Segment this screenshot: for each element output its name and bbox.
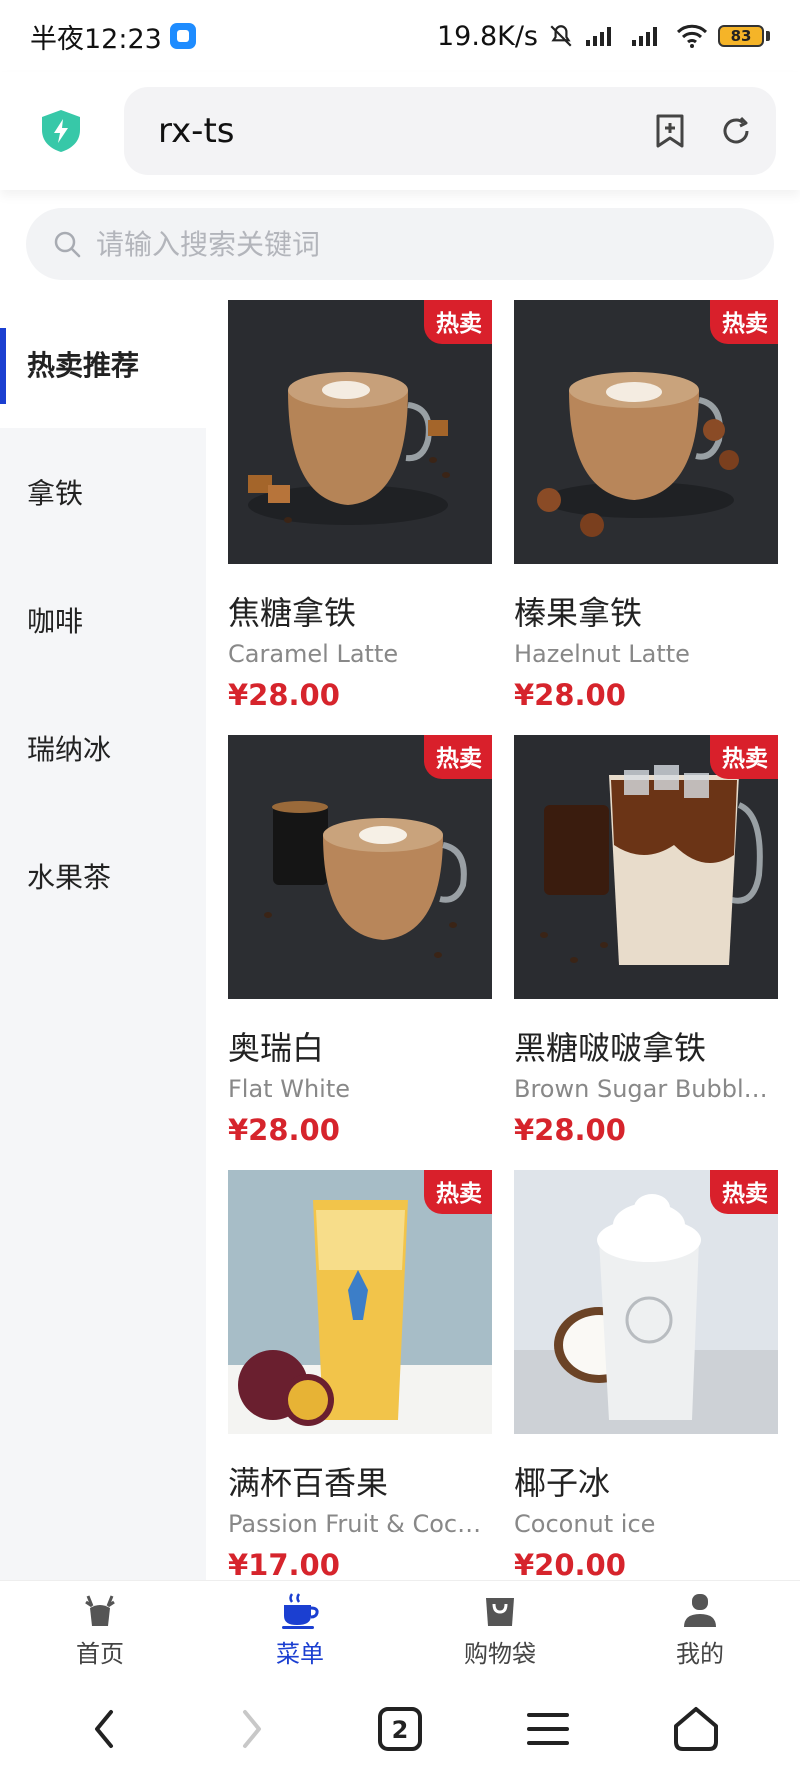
category-label: 瑞纳冰 xyxy=(27,733,112,766)
category-label: 咖啡 xyxy=(27,605,84,638)
tabs-icon: 2 xyxy=(378,1707,422,1751)
product-english-name: Brown Sugar Bubbl… xyxy=(514,1075,768,1103)
home-icon xyxy=(674,1707,718,1751)
product-name: 奥瑞白 xyxy=(228,1029,325,1067)
category-item-hot[interactable]: 热卖推荐 xyxy=(0,300,206,428)
home-button[interactable] xyxy=(666,1699,726,1759)
product-name: 椰子冰 xyxy=(514,1464,611,1502)
status-bar: 半夜12:23 19.8K/s 83 xyxy=(0,0,800,72)
hot-badge: 热卖 xyxy=(710,735,778,779)
user-icon xyxy=(684,1594,716,1627)
bag-icon xyxy=(486,1598,514,1626)
product-price: ¥17.00 xyxy=(228,1548,340,1580)
product-name: 黑糖啵啵拿铁 xyxy=(514,1029,707,1067)
search-bar[interactable] xyxy=(26,208,774,280)
chevron-right-icon xyxy=(243,1710,261,1748)
signal-icon xyxy=(586,27,611,46)
forward-button[interactable] xyxy=(222,1699,282,1759)
browser-toolbar: rx-ts xyxy=(0,72,800,190)
product-image[interactable]: 热卖 xyxy=(228,1170,492,1434)
reload-button[interactable] xyxy=(716,111,756,151)
refresh-icon xyxy=(723,116,749,144)
product-card[interactable]: 热卖 焦糖拿铁 Caramel Latte ¥28.00 xyxy=(228,300,492,712)
bookmark-add-icon xyxy=(656,114,684,148)
status-time: 半夜12:23 xyxy=(30,23,162,55)
tab-menu[interactable]: 菜单 xyxy=(200,1581,400,1680)
battery-icon: 83 xyxy=(718,25,770,47)
category-label: 水果茶 xyxy=(27,861,112,894)
back-button[interactable] xyxy=(74,1699,134,1759)
product-price: ¥20.00 xyxy=(514,1548,626,1580)
search-icon xyxy=(54,231,81,258)
product-price: ¥28.00 xyxy=(228,1113,340,1147)
hot-badge: 热卖 xyxy=(424,300,492,344)
deer-icon xyxy=(85,1595,115,1626)
product-grid: 热卖 焦糖拿铁 Caramel Latte ¥28.00 热卖 榛果拿铁 Haz… xyxy=(228,300,788,1580)
product-card[interactable]: 热卖 椰子冰 Coconut ice ¥20.00 xyxy=(514,1170,778,1580)
product-card[interactable]: 热卖 奥瑞白 Flat White ¥28.00 xyxy=(228,735,492,1147)
wifi-icon xyxy=(676,24,708,48)
tabs-button[interactable]: 2 xyxy=(370,1699,430,1759)
notification-app-icon xyxy=(169,23,196,49)
hamburger-icon xyxy=(527,1713,569,1745)
category-label: 拿铁 xyxy=(27,477,84,510)
bottom-tab-bar: 首页 菜单 购物袋 我的 xyxy=(0,1580,800,1680)
product-name: 满杯百香果 xyxy=(228,1464,389,1502)
tab-label: 菜单 xyxy=(276,1640,324,1668)
mute-icon xyxy=(550,25,572,47)
tab-label: 首页 xyxy=(76,1640,124,1668)
chevron-left-icon xyxy=(95,1710,113,1748)
product-price: ¥28.00 xyxy=(228,678,340,712)
menu-button[interactable] xyxy=(518,1699,578,1759)
coffee-cup-icon xyxy=(282,1593,319,1629)
product-price: ¥28.00 xyxy=(514,1113,626,1147)
category-item-latte[interactable]: 拿铁 xyxy=(0,428,206,556)
address-bar[interactable]: rx-ts xyxy=(124,87,776,175)
category-item-coffee[interactable]: 咖啡 xyxy=(0,556,206,684)
product-english-name: Hazelnut Latte xyxy=(514,640,690,668)
product-english-name: Coconut ice xyxy=(514,1510,656,1538)
browser-nav-bar: 2 xyxy=(0,1680,800,1778)
product-image[interactable]: 热卖 xyxy=(514,735,778,999)
tab-bag[interactable]: 购物袋 xyxy=(400,1581,600,1680)
product-image[interactable]: 热卖 xyxy=(514,300,778,564)
product-english-name: Passion Fruit & Coc… xyxy=(228,1510,482,1538)
tab-label: 购物袋 xyxy=(464,1640,536,1668)
tab-count: 2 xyxy=(392,1716,409,1744)
add-bookmark-button[interactable] xyxy=(650,111,690,151)
hot-badge: 热卖 xyxy=(710,300,778,344)
hot-badge: 热卖 xyxy=(424,735,492,779)
product-image[interactable]: 热卖 xyxy=(228,735,492,999)
product-card[interactable]: 热卖 黑糖啵啵拿铁 Brown Sugar Bubbl… ¥28.00 xyxy=(514,735,778,1147)
category-label: 热卖推荐 xyxy=(27,349,140,382)
signal-icon xyxy=(632,27,657,46)
product-image[interactable]: 热卖 xyxy=(514,1170,778,1434)
product-name: 榛果拿铁 xyxy=(514,594,643,632)
url-text[interactable]: rx-ts xyxy=(158,111,624,151)
hot-badge: 热卖 xyxy=(424,1170,492,1214)
tab-label: 我的 xyxy=(676,1640,724,1668)
product-image[interactable]: 热卖 xyxy=(228,300,492,564)
product-name: 焦糖拿铁 xyxy=(228,594,357,632)
category-item-frappe[interactable]: 瑞纳冰 xyxy=(0,684,206,812)
hot-badge: 热卖 xyxy=(710,1170,778,1214)
product-english-name: Flat White xyxy=(228,1075,351,1103)
tab-home[interactable]: 首页 xyxy=(0,1581,200,1680)
product-card[interactable]: 热卖 满杯百香果 Passion Fruit & Coc… ¥17.00 xyxy=(228,1170,492,1580)
product-english-name: Caramel Latte xyxy=(228,640,399,668)
product-card[interactable]: 热卖 榛果拿铁 Hazelnut Latte ¥28.00 xyxy=(514,300,778,712)
search-input[interactable] xyxy=(96,227,696,261)
category-sidebar: 热卖推荐 拿铁 咖啡 瑞纳冰 水果茶 xyxy=(0,300,206,1580)
product-price: ¥28.00 xyxy=(514,678,626,712)
tab-profile[interactable]: 我的 xyxy=(600,1581,800,1680)
shield-icon[interactable] xyxy=(38,108,84,154)
category-item-fruit-tea[interactable]: 水果茶 xyxy=(0,812,206,940)
network-speed: 19.8K/s xyxy=(437,20,538,52)
